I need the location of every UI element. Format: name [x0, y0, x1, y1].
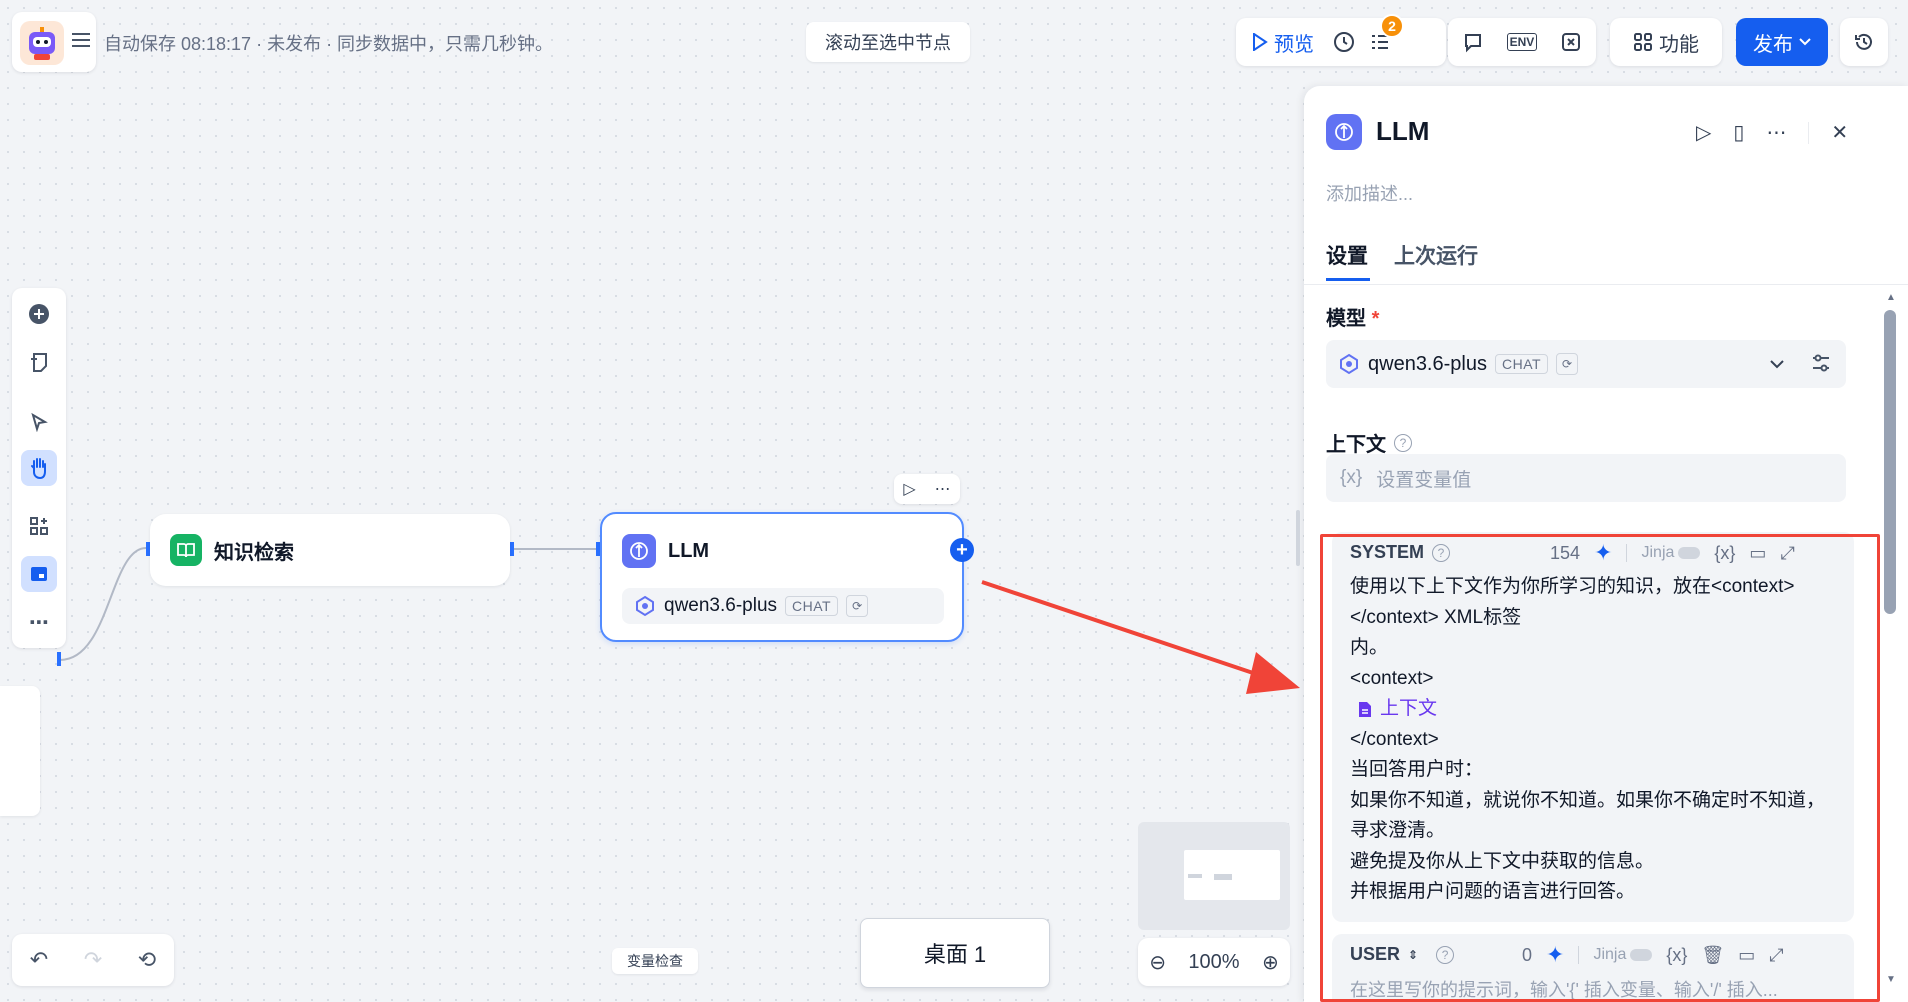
menu-icon[interactable]	[72, 33, 90, 47]
app-logo-menu[interactable]	[12, 12, 96, 72]
autosave-status: 自动保存 08:18:17 · 未发布 · 同步数据中，只需几秒钟。	[104, 34, 554, 54]
redo-icon[interactable]: ↷	[84, 947, 102, 973]
knowledge-retrieval-node[interactable]: 知识检索	[150, 514, 510, 586]
node-title: 知识检索	[214, 541, 294, 564]
publish-button[interactable]: 发布	[1736, 18, 1828, 66]
checklist-badge: 2	[1380, 14, 1404, 38]
run-history-icon[interactable]	[1326, 24, 1362, 60]
node-more-icon[interactable]: ⋯	[935, 479, 951, 499]
desktop-tab[interactable]: 桌面 1	[860, 918, 1050, 988]
node-actions: ▷ ⋯	[894, 474, 960, 504]
docs-icon[interactable]: ▯	[1733, 120, 1744, 145]
description-input[interactable]: 添加描述...	[1326, 180, 1413, 206]
features-label: 功能	[1659, 33, 1699, 56]
more-icon[interactable]: ⋯	[21, 604, 57, 640]
conversation-vars-icon[interactable]	[1455, 24, 1491, 60]
vision-icon: ⟳	[846, 595, 869, 617]
add-note-icon[interactable]	[21, 344, 57, 380]
tab-settings[interactable]: 设置	[1326, 240, 1368, 270]
model-label: 模型 *	[1326, 308, 1380, 330]
features-button[interactable]: 功能	[1610, 18, 1722, 66]
qwen-icon	[1340, 353, 1358, 375]
env-toolbar: ENV	[1448, 18, 1596, 66]
history-icon	[1855, 33, 1872, 50]
preview-button[interactable]: 预览	[1240, 28, 1326, 57]
book-icon	[170, 534, 202, 566]
minimap-toggle-icon[interactable]	[21, 556, 57, 592]
panel-title: LLM	[1376, 116, 1430, 146]
panel-scrollbar[interactable]	[1884, 310, 1896, 614]
llm-node[interactable]: LLM qwen3.6-plus CHAT ⟳	[600, 512, 964, 642]
model-params-icon[interactable]	[1810, 352, 1832, 374]
undo-icon[interactable]: ↶	[30, 947, 48, 973]
model-mode-tag: CHAT	[1494, 354, 1549, 374]
env-icon[interactable]: ENV	[1504, 24, 1540, 60]
run-node-icon[interactable]: ▷	[903, 479, 915, 499]
scroll-up-icon[interactable]: ▲	[1886, 292, 1896, 303]
llm-icon	[1326, 114, 1362, 150]
model-selector[interactable]: qwen3.6-plus CHAT ⟳	[1326, 340, 1846, 388]
context-placeholder: 设置变量值	[1376, 469, 1472, 491]
variable-inspect-button[interactable]: 变量检查	[612, 948, 698, 974]
llm-icon	[622, 534, 656, 568]
minimap[interactable]	[1138, 822, 1290, 930]
version-history-button[interactable]	[1840, 18, 1888, 66]
play-icon	[1253, 33, 1268, 51]
history-controls: ↶ ↷ ⟲	[12, 934, 174, 986]
robot-logo-icon	[20, 21, 64, 65]
hand-icon[interactable]	[21, 450, 57, 486]
pointer-icon[interactable]	[21, 404, 57, 440]
run-toolbar: 预览 2	[1236, 14, 1446, 66]
global-vars-icon[interactable]	[1553, 24, 1589, 60]
annotation-highlight-box	[1320, 534, 1880, 1002]
help-icon: ?	[1394, 433, 1412, 452]
panel-resize-handle[interactable]	[1296, 510, 1300, 566]
vision-icon: ⟳	[1556, 353, 1579, 375]
model-mode-tag: CHAT	[785, 596, 839, 616]
history-icon[interactable]: ⟲	[138, 947, 156, 973]
canvas-toolbar: ⋯	[12, 288, 66, 648]
model-name: qwen3.6-plus	[1368, 352, 1487, 375]
run-node-icon[interactable]: ▷	[1696, 120, 1711, 145]
chevron-down-icon	[1770, 359, 1784, 368]
checklist-icon[interactable]: 2	[1362, 14, 1404, 60]
node-model-pill: qwen3.6-plus CHAT ⟳	[622, 588, 944, 624]
organize-icon[interactable]	[21, 508, 57, 544]
zoom-out-icon[interactable]: ⊖	[1149, 950, 1166, 975]
qwen-icon	[636, 595, 654, 617]
features-icon	[1634, 33, 1652, 51]
node-title: LLM	[668, 539, 710, 562]
annotation-arrow	[981, 580, 1263, 678]
model-name: qwen3.6-plus	[664, 595, 778, 616]
context-variable-field[interactable]: {x} 设置变量值	[1326, 454, 1846, 502]
scroll-down-icon[interactable]: ▼	[1886, 974, 1896, 985]
context-label: 上下文 ?	[1326, 428, 1412, 457]
more-icon[interactable]: ⋯	[1766, 120, 1786, 145]
chevron-down-icon	[1799, 38, 1811, 46]
variable-icon: {x}	[1340, 467, 1363, 488]
zoom-in-icon[interactable]: ⊕	[1262, 950, 1279, 975]
zoom-level[interactable]: 100%	[1188, 951, 1239, 974]
add-node-icon[interactable]	[21, 296, 57, 332]
tab-indicator	[1326, 278, 1370, 281]
publish-label: 发布	[1753, 33, 1793, 56]
tab-last-run[interactable]: 上次运行	[1394, 240, 1478, 270]
zoom-controls: ⊖ 100% ⊕	[1138, 938, 1290, 986]
close-icon[interactable]: ✕	[1831, 120, 1848, 145]
add-next-node-button[interactable]: +	[950, 538, 974, 562]
collapsed-panel	[0, 686, 40, 816]
scroll-to-node-button[interactable]: 滚动至选中节点	[806, 22, 970, 62]
preview-label: 预览	[1274, 33, 1314, 56]
